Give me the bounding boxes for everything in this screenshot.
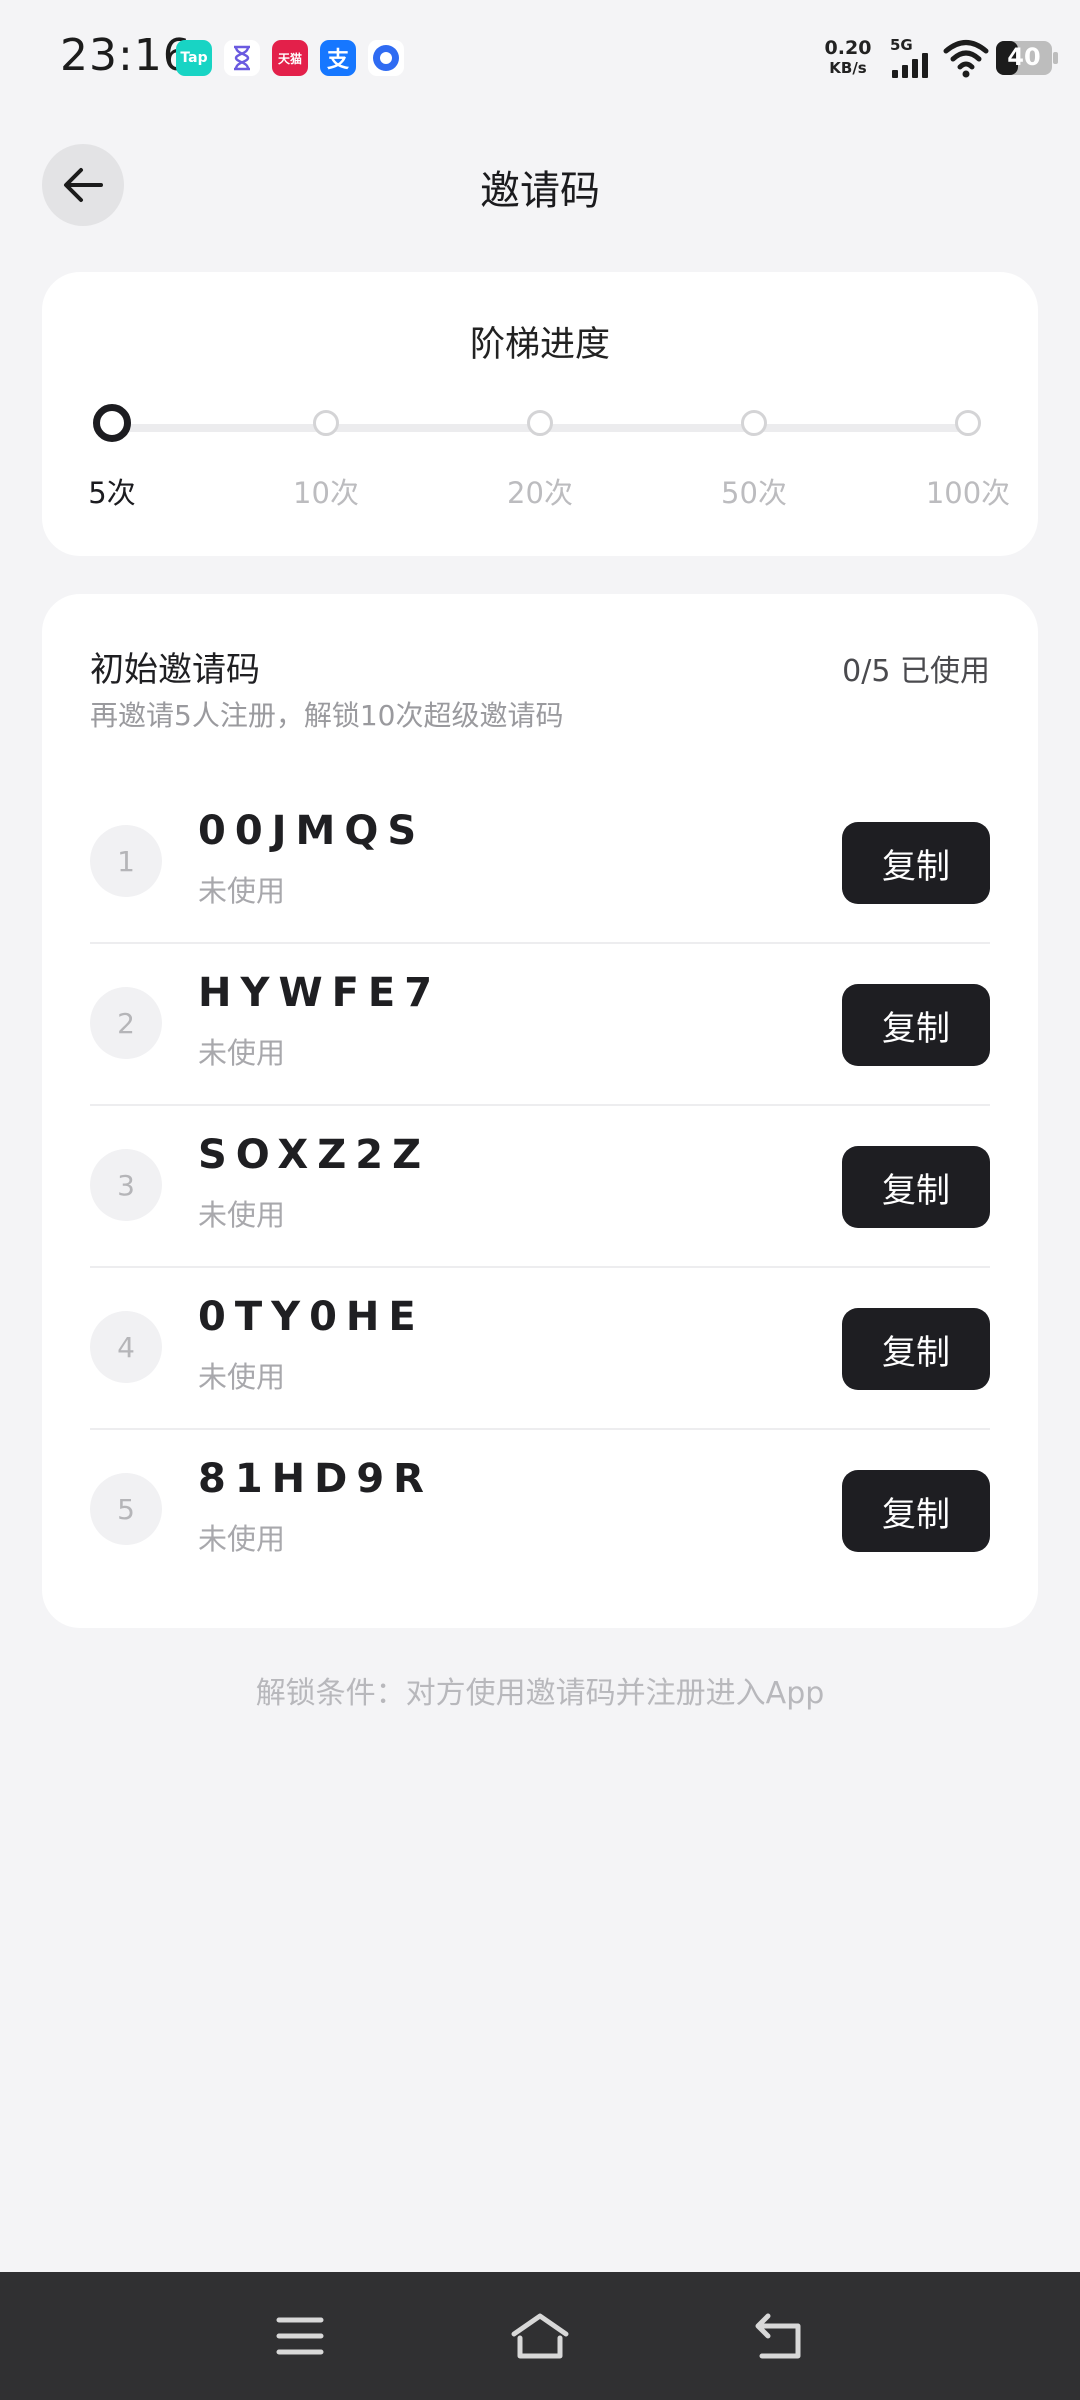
menu-icon: [276, 2317, 324, 2355]
copy-button[interactable]: 复制: [842, 822, 990, 904]
code-index-badge: 2: [90, 987, 162, 1059]
back-nav-button[interactable]: [748, 2306, 812, 2366]
copy-button[interactable]: 复制: [842, 1146, 990, 1228]
progress-node-100: [955, 410, 981, 436]
battery-icon: 40: [995, 40, 1059, 76]
invite-codes-card: 初始邀请码 再邀请5人注册，解锁10次超级邀请码 0/5 已使用 1 00JMQ…: [42, 594, 1038, 1628]
hourglass-icon: [224, 40, 260, 76]
code-status: 未使用: [198, 1198, 286, 1232]
tap-icon: Tap: [176, 40, 212, 76]
tmall-icon: 天猫: [272, 40, 308, 76]
code-status: 未使用: [198, 874, 286, 908]
alipay-icon: 支: [320, 40, 356, 76]
page-title: 邀请码: [480, 168, 600, 214]
progress-node-10: [313, 410, 339, 436]
system-nav-bar: [0, 2272, 1080, 2400]
progress-label-10: 10次: [293, 476, 359, 510]
status-bar: 23:16 Tap 天猫 支 0.20 KB/s 5G 40: [0, 0, 1080, 116]
codes-subtitle: 再邀请5人注册，解锁10次超级邀请码: [90, 699, 564, 732]
copy-button[interactable]: 复制: [842, 1470, 990, 1552]
code-row: 5 81HD9R 未使用 复制: [90, 1430, 990, 1592]
invite-code-screen: 23:16 Tap 天猫 支 0.20 KB/s 5G 40 邀请码 阶梯进度 …: [0, 0, 1080, 2400]
wifi-icon: [943, 40, 989, 78]
code-index-badge: 4: [90, 1311, 162, 1383]
code-status: 未使用: [198, 1036, 286, 1070]
progress-title: 阶梯进度: [469, 325, 610, 365]
status-time: 23:16: [60, 30, 192, 81]
invite-code-value: SOXZ2Z: [198, 1132, 431, 1178]
code-row: 4 0TY0HE 未使用 复制: [90, 1268, 990, 1430]
progress-node-20: [527, 410, 553, 436]
circle-app-icon: [368, 40, 404, 76]
back-nav-icon: [755, 2313, 801, 2359]
code-status: 未使用: [198, 1360, 286, 1394]
unlock-condition-note: 解锁条件：对方使用邀请码并注册进入App: [255, 1676, 825, 1711]
net-speed: 0.20 KB/s: [824, 37, 872, 77]
code-index-badge: 5: [90, 1473, 162, 1545]
progress-node-50: [741, 410, 767, 436]
menu-button[interactable]: [268, 2306, 332, 2366]
progress-label-100: 100次: [925, 476, 1011, 510]
home-icon: [511, 2313, 569, 2359]
code-row: 1 00JMQS 未使用 复制: [90, 782, 990, 944]
home-button[interactable]: [508, 2306, 572, 2366]
copy-button[interactable]: 复制: [842, 1308, 990, 1390]
invite-code-value: 81HD9R: [198, 1456, 433, 1502]
progress-label-50: 50次: [721, 476, 787, 510]
invite-code-value: 00JMQS: [198, 808, 426, 854]
copy-button[interactable]: 复制: [842, 984, 990, 1066]
codes-used-count: 0/5 已使用: [842, 654, 990, 689]
progress-node-5: [93, 404, 131, 442]
progress-label-5: 5次: [88, 476, 136, 510]
tier-progress-card: 阶梯进度 5次 10次 20次 50次 100次: [42, 272, 1038, 556]
progress-label-20: 20次: [507, 476, 573, 510]
code-row: 3 SOXZ2Z 未使用 复制: [90, 1106, 990, 1268]
code-index-badge: 1: [90, 825, 162, 897]
invite-code-value: HYWFE7: [198, 970, 442, 1016]
code-status: 未使用: [198, 1522, 286, 1556]
invite-code-value: 0TY0HE: [198, 1294, 425, 1340]
codes-title: 初始邀请码: [90, 650, 260, 690]
signal-icon: [892, 53, 928, 78]
code-index-badge: 3: [90, 1149, 162, 1221]
code-row: 2 HYWFE7 未使用 复制: [90, 944, 990, 1106]
